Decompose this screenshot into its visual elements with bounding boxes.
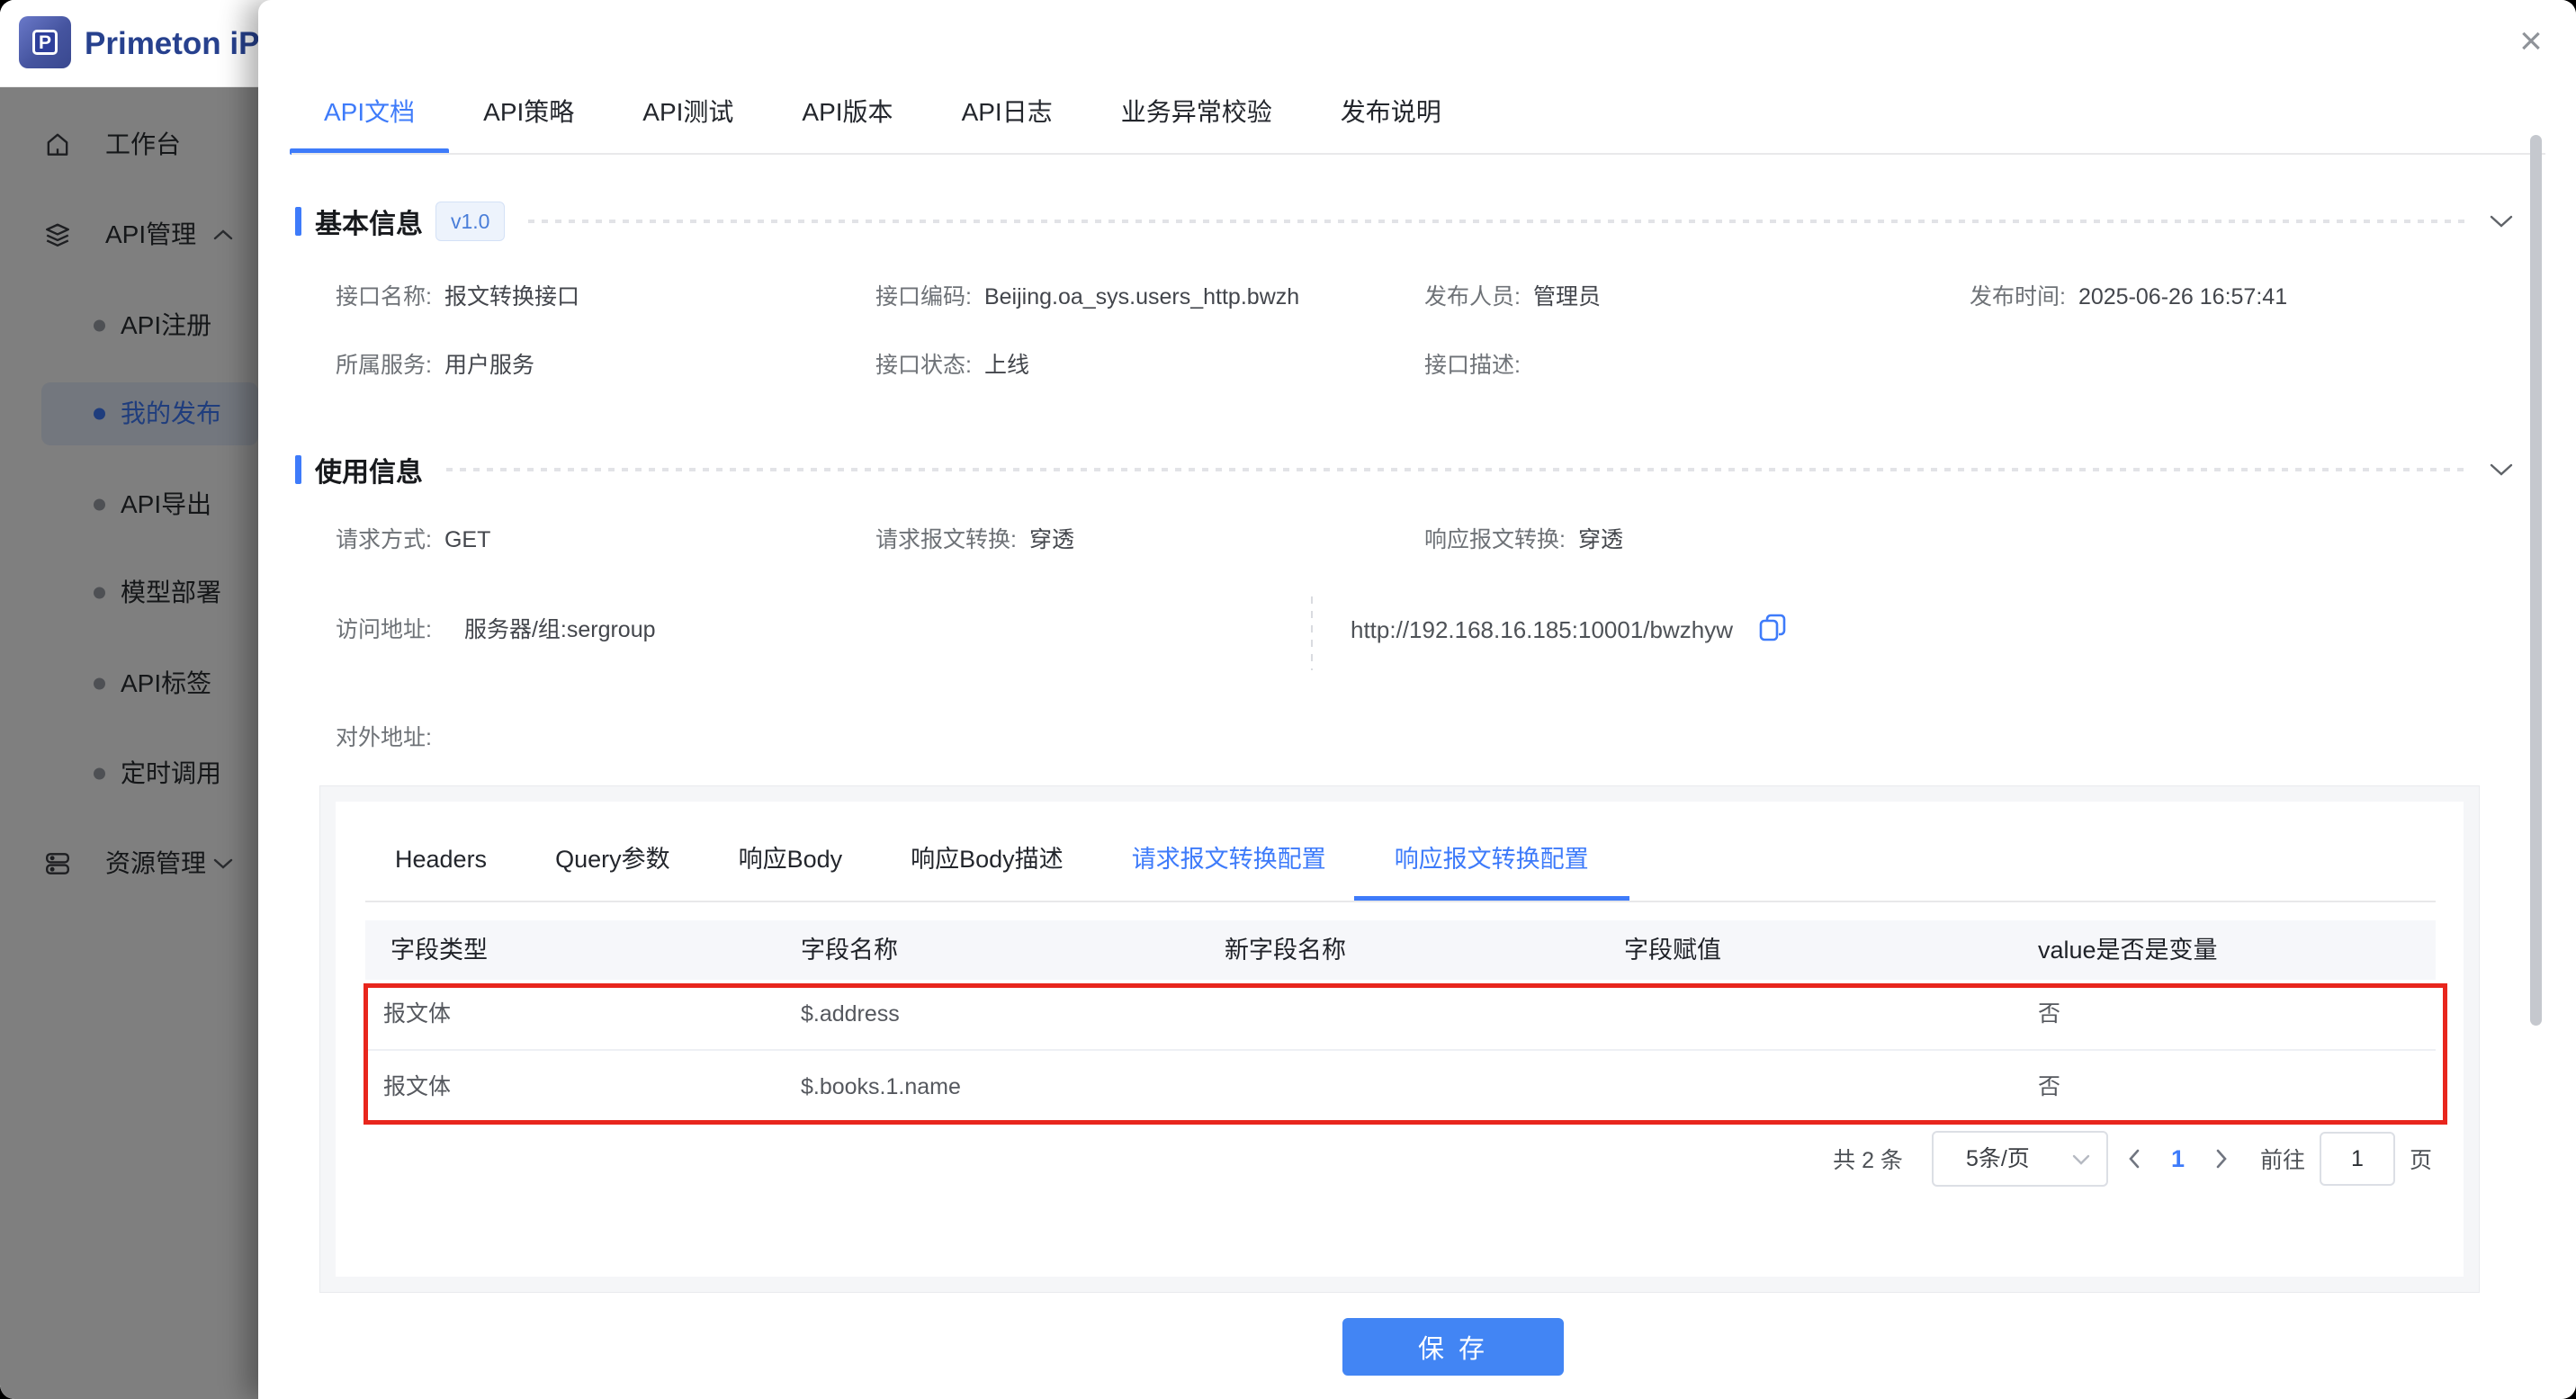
tab-response-body[interactable]: 响应Body (739, 818, 843, 901)
save-button[interactable]: 保 存 (1342, 1318, 1564, 1376)
access-url: http://192.168.16.185:10001/bwzhyw (1351, 616, 1733, 643)
tab-business-exception-check[interactable]: 业务异常校验 (1121, 72, 1272, 153)
modal-mask[interactable] (0, 87, 258, 1399)
primeton-logo-icon: P (19, 16, 71, 68)
tab-publish-notes[interactable]: 发布说明 (1341, 72, 1441, 153)
column-header: 字段类型 (390, 920, 488, 980)
copy-icon[interactable] (1759, 614, 1786, 642)
page-size-select[interactable]: 5条/页 (1932, 1131, 2108, 1187)
tab-api-doc[interactable]: API文档 (324, 72, 415, 153)
field-publisher: 发布人员:管理员 (1424, 279, 1601, 315)
drawer-tabbar: API文档 API策略 API测试 API版本 API日志 业务异常校验 发布说… (324, 72, 1441, 153)
basic-info-section-header: 基本信息 v1.0 (295, 200, 2513, 243)
table-row[interactable]: 报文体 $.books.1.name 否 (365, 1051, 2436, 1123)
tab-api-log[interactable]: API日志 (962, 72, 1053, 153)
field-api-status: 接口状态:上线 (875, 347, 1029, 383)
section-accent-bar (295, 207, 301, 236)
tab-api-version[interactable]: API版本 (802, 72, 893, 153)
field-api-code: 接口编码:Beijing.oa_sys.users_http.bwzh (875, 279, 1299, 315)
next-page-button[interactable] (2208, 1131, 2235, 1187)
panel-tabbar-divider (365, 901, 2436, 902)
field-api-name: 接口名称:报文转换接口 (336, 279, 579, 315)
field-service: 所属服务:用户服务 (336, 347, 534, 383)
tab-api-test[interactable]: API测试 (642, 72, 733, 153)
scrollbar-thumb[interactable] (2530, 135, 2542, 1026)
tab-query-params[interactable]: Query参数 (555, 818, 670, 901)
close-icon[interactable]: × (2506, 16, 2556, 67)
field-access-address: 访问地址:服务器/组:sergroup (336, 612, 656, 648)
table-row[interactable]: 报文体 $.address 否 (365, 980, 2436, 1051)
chevron-down-icon (2072, 1154, 2090, 1165)
page-unit-label: 页 (2410, 1143, 2432, 1175)
section-title: 基本信息 (315, 202, 423, 241)
usage-info-section-header: 使用信息 (295, 448, 2513, 491)
section-accent-bar (295, 455, 301, 484)
field-external-address: 对外地址: (336, 720, 444, 756)
section-dotted-divider (446, 468, 2466, 471)
vertical-dashed-divider (1311, 596, 1313, 670)
chevron-left-icon (2128, 1148, 2141, 1170)
table-header-row: 字段类型 字段名称 新字段名称 字段赋值 value是否是变量 (365, 920, 2436, 980)
section-title: 使用信息 (315, 450, 423, 489)
tab-api-policy[interactable]: API策略 (483, 72, 574, 153)
panel-tabbar: Headers Query参数 响应Body 响应Body描述 请求报文转换配置… (395, 818, 1589, 901)
column-header: 新字段名称 (1225, 920, 1346, 980)
column-header: value是否是变量 (2038, 920, 2218, 980)
access-url-row: http://192.168.16.185:10001/bwzhyw (1351, 610, 1786, 650)
app-screen: P Primeton iP 工作台 API管理 API注册 我的发布 API导出 (0, 0, 2576, 1399)
pagination-total: 共 2 条 (1833, 1143, 1903, 1175)
tab-response-body-desc[interactable]: 响应Body描述 (911, 818, 1064, 901)
transform-config-panel: Headers Query参数 响应Body 响应Body描述 请求报文转换配置… (319, 785, 2480, 1293)
field-api-description: 接口描述: (1424, 347, 1533, 383)
section-dotted-divider (528, 220, 2466, 223)
sidebar-brand: P Primeton iP (0, 0, 258, 87)
field-request-transform: 请求报文转换:穿透 (875, 522, 1074, 558)
field-request-method: 请求方式:GET (336, 522, 490, 558)
goto-label: 前往 (2260, 1143, 2305, 1175)
current-page[interactable]: 1 (2171, 1145, 2185, 1173)
tabbar-divider (292, 153, 2545, 155)
field-publish-time: 发布时间:2025-06-26 16:57:41 (1970, 279, 2287, 315)
logo-letter: P (32, 30, 58, 55)
column-header: 字段赋值 (1624, 920, 1721, 980)
api-detail-drawer: × API文档 API策略 API测试 API版本 API日志 业务异常校验 发… (258, 0, 2576, 1399)
chevron-down-icon[interactable] (2490, 462, 2513, 477)
brand-name: Primeton iP (85, 0, 258, 87)
version-badge: v1.0 (435, 202, 505, 241)
tab-headers[interactable]: Headers (395, 818, 487, 901)
chevron-down-icon[interactable] (2490, 214, 2513, 229)
prev-page-button[interactable] (2121, 1131, 2148, 1187)
field-response-transform: 响应报文转换:穿透 (1424, 522, 1623, 558)
pagination: 共 2 条 5条/页 1 前往 页 (1833, 1130, 2432, 1188)
goto-page-input[interactable] (2320, 1132, 2395, 1186)
column-header: 字段名称 (801, 920, 898, 980)
tab-request-transform-config[interactable]: 请求报文转换配置 (1132, 818, 1326, 901)
chevron-right-icon (2215, 1148, 2228, 1170)
tab-response-transform-config[interactable]: 响应报文转换配置 (1395, 818, 1589, 901)
